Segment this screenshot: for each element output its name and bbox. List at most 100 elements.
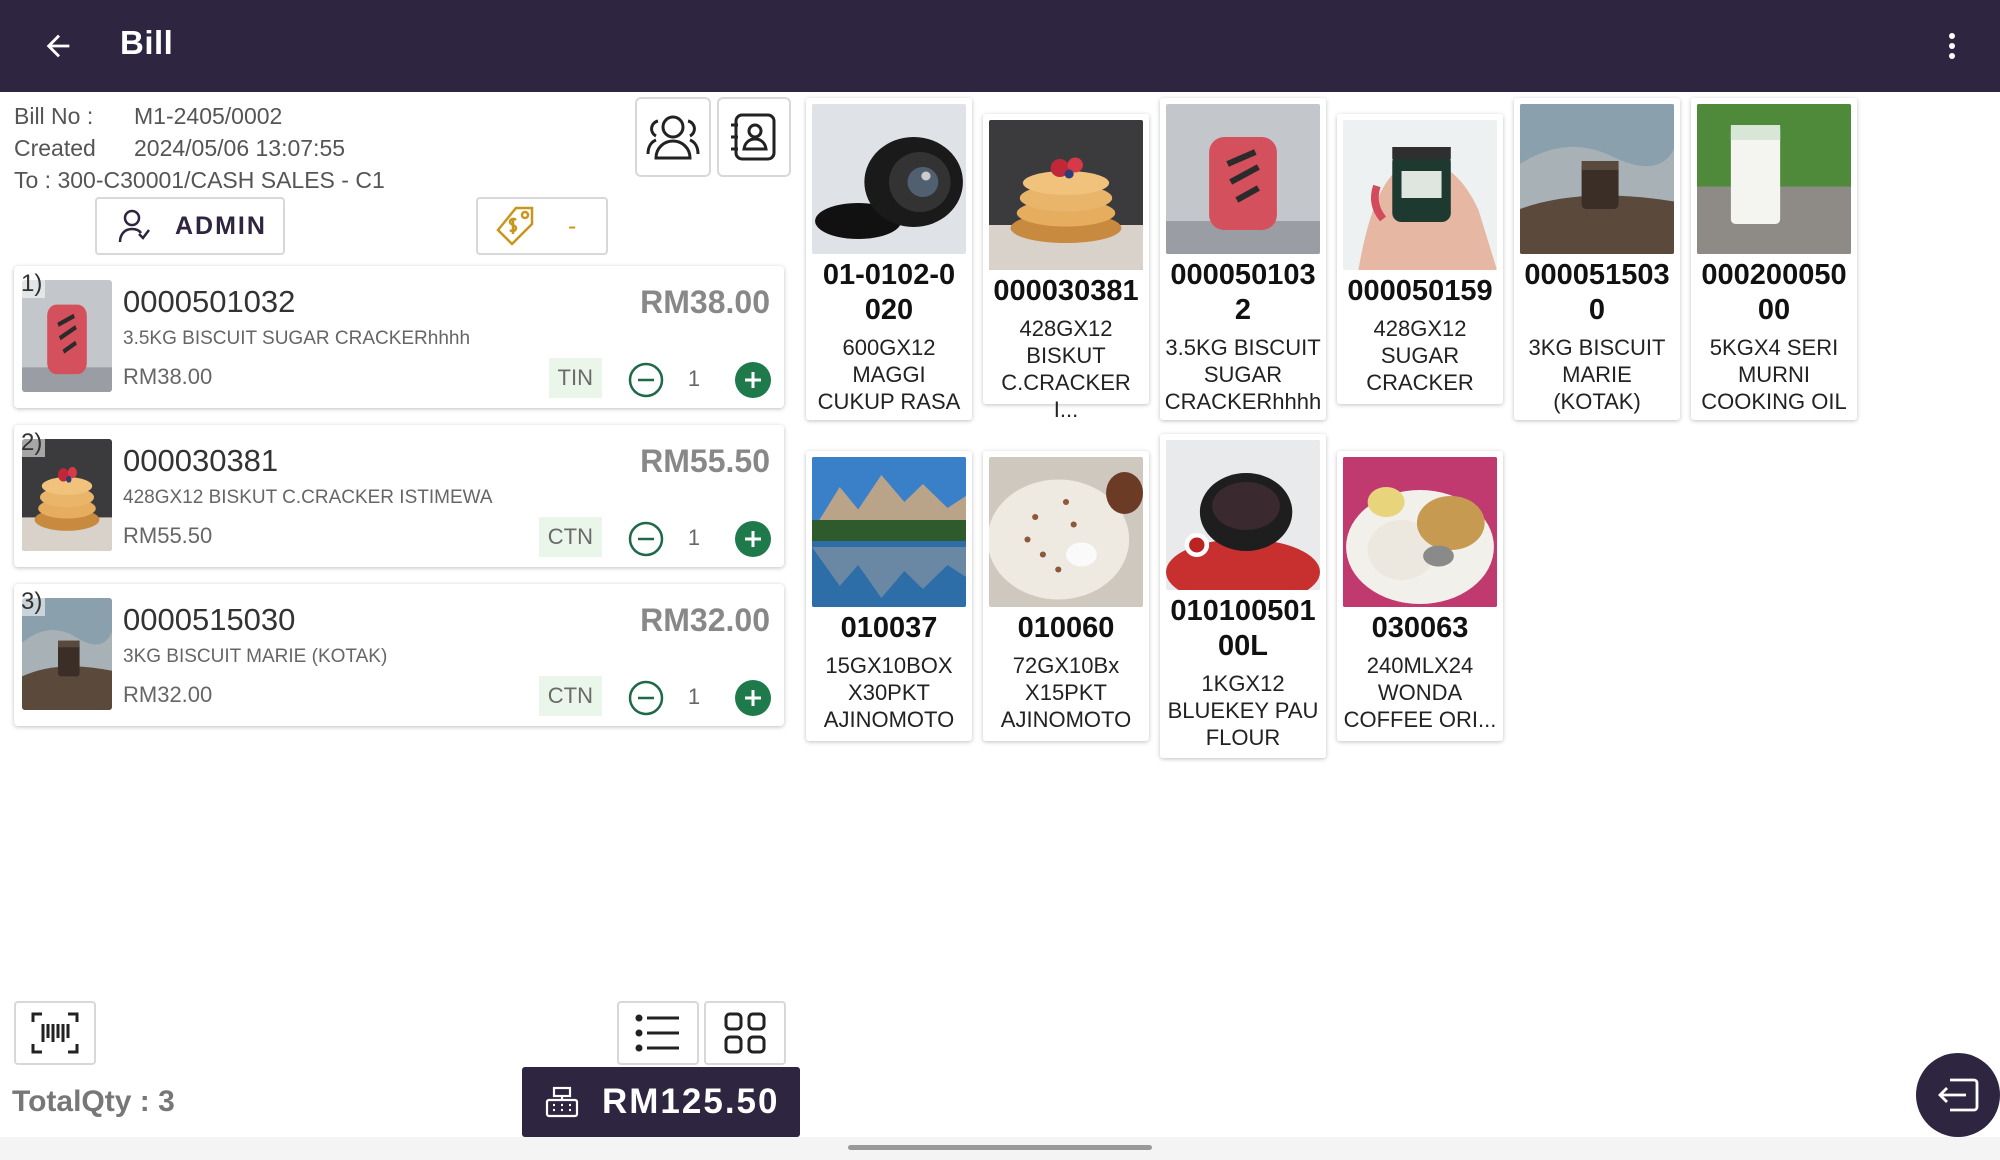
- product-code: 000030381: [983, 274, 1149, 309]
- cart-item[interactable]: 1) 0000501032 3.5KG BISCUIT SUGAR CRACKE…: [14, 266, 784, 408]
- product-code-line: 01-0102-0: [822, 259, 956, 291]
- product-name-line: CRACKER: [1366, 370, 1474, 395]
- created-label: Created: [14, 135, 96, 161]
- product-name-line: MURNI: [1737, 362, 1811, 387]
- product-name: 428GX12 SUGAR CRACKER: [1337, 315, 1503, 396]
- cart-item[interactable]: 3) 0000515030 3KG BISCUIT MARIE (KOTAK) …: [14, 584, 784, 726]
- product-image: [812, 457, 966, 607]
- product-name-line: COOKING OIL: [1701, 389, 1847, 414]
- bill-no-label: Bill No :: [14, 103, 94, 129]
- product-code-line: 010100501: [1170, 595, 1316, 627]
- product-image: [989, 120, 1143, 270]
- product-tile[interactable]: 000030381 428GX12 BISKUT C.CRACKER I...: [983, 114, 1149, 422]
- total-quantity: TotalQty : 3: [12, 1085, 175, 1118]
- more-vert-icon: [1949, 33, 1955, 59]
- discount-button[interactable]: -: [476, 197, 608, 255]
- cart-item-code: 0000501032: [123, 284, 296, 319]
- product-name-line: AJINOMOTO: [1000, 707, 1132, 732]
- product-tile[interactable]: 010100501 00L 1KGX12 BLUEKEY PAU FLOUR: [1160, 434, 1326, 758]
- back-arrow-icon: [46, 34, 70, 58]
- product-code-line: 00L: [1218, 630, 1268, 662]
- bill-info: Bill No : M1-2405/0002 Created 2024/05/06 …: [14, 100, 385, 196]
- product-tile[interactable]: 000050159 428GX12 SUGAR CRACKER: [1337, 114, 1503, 404]
- product-code: 010100501 00L: [1160, 594, 1326, 664]
- product-code: 010037: [806, 611, 972, 646]
- product-name-line: 3.5KG BISCUIT: [1165, 335, 1321, 360]
- product-image: [1343, 120, 1497, 270]
- product-tile[interactable]: 000200050 00 5KGX4 SERI MURNI COOKING OIL: [1691, 98, 1857, 420]
- app-bar: Bill: [0, 0, 2000, 92]
- product-code: 000051503 0: [1514, 258, 1680, 328]
- customer-select-button[interactable]: [635, 97, 711, 177]
- decrease-qty-button[interactable]: [628, 680, 664, 716]
- increase-qty-button[interactable]: [735, 521, 771, 557]
- created-value: 2024/05/06 13:07:55: [134, 135, 346, 161]
- product-tile[interactable]: 01-0102-0 020 600GX12 MAGGI CUKUP RASA: [806, 98, 972, 420]
- cart-item-uom[interactable]: CTN: [538, 517, 602, 557]
- exit-button[interactable]: [1916, 1053, 2000, 1137]
- product-code-line: 010037: [840, 612, 938, 644]
- product-tile[interactable]: 000051503 0 3KG BISCUIT MARIE (KOTAK): [1514, 98, 1680, 420]
- product-name-line: COFFEE ORI...: [1343, 707, 1497, 732]
- cart-item-total: RM55.50: [640, 443, 770, 479]
- barcode-scan-button[interactable]: [14, 1001, 96, 1065]
- product-name-line: 72GX10Bx: [1012, 653, 1120, 678]
- product-name-line: MAGGI: [852, 362, 926, 387]
- product-image: [1166, 440, 1320, 590]
- list-view-button[interactable]: [617, 1001, 699, 1065]
- system-nav-bar: [0, 1137, 2000, 1160]
- product-code: 000200050 00: [1691, 258, 1857, 328]
- contact-card-icon: [731, 113, 776, 161]
- barcode-scan-icon: [31, 1012, 79, 1054]
- product-name-line: 3KG BISCUIT: [1528, 335, 1666, 360]
- decrease-qty-button[interactable]: [628, 362, 664, 398]
- product-tile[interactable]: 030063 240MLX24 WONDA COFFEE ORI...: [1337, 451, 1503, 741]
- cart-item-uom[interactable]: CTN: [538, 676, 602, 716]
- cart-item-total: RM32.00: [640, 602, 770, 638]
- product-image: [1697, 104, 1851, 254]
- product-name-line: WONDA: [1377, 680, 1463, 705]
- cart-item-uom[interactable]: TIN: [548, 358, 602, 398]
- minus-circle-icon: [628, 362, 664, 398]
- increase-qty-button[interactable]: [735, 680, 771, 716]
- cart-item-description: 3.5KG BISCUIT SUGAR CRACKERhhhh: [123, 328, 471, 349]
- decrease-qty-button[interactable]: [628, 521, 664, 557]
- discount-value: -: [568, 211, 577, 240]
- product-name: 3.5KG BISCUIT SUGAR CRACKERhhhh: [1160, 334, 1326, 415]
- contact-book-button[interactable]: [717, 97, 791, 177]
- product-name-line: SUGAR: [1380, 343, 1460, 368]
- more-options-button[interactable]: [1932, 24, 1972, 68]
- cart-item-total: RM38.00: [640, 284, 770, 320]
- total-amount: RM125.50: [602, 1082, 780, 1121]
- product-name-line: AJINOMOTO: [823, 707, 955, 732]
- cart-item-qty[interactable]: 1: [684, 366, 704, 392]
- grid-view-button[interactable]: [704, 1001, 786, 1065]
- salesperson-button[interactable]: ADMIN: [95, 197, 285, 255]
- plus-circle-icon: [735, 362, 771, 398]
- back-button[interactable]: [34, 22, 82, 70]
- cart-item-qty[interactable]: 1: [684, 525, 704, 551]
- person-icon: [118, 209, 150, 243]
- minus-circle-icon: [628, 521, 664, 557]
- cart-item-description: 428GX12 BISKUT C.CRACKER ISTIMEWA: [123, 487, 493, 508]
- product-image: [812, 104, 966, 254]
- checkout-button[interactable]: RM125.50: [522, 1067, 800, 1137]
- product-code-line: 030063: [1371, 612, 1469, 644]
- customers-icon: [646, 115, 700, 160]
- cart-item-unit-price: RM55.50: [123, 523, 213, 548]
- product-name-line: BISKUT: [1026, 343, 1106, 368]
- increase-qty-button[interactable]: [735, 362, 771, 398]
- product-tile[interactable]: 010060 72GX10Bx X15PKT AJINOMOTO: [983, 451, 1149, 741]
- cart-item-index: 3): [18, 588, 46, 616]
- home-indicator[interactable]: [848, 1145, 1152, 1150]
- product-image: [989, 457, 1143, 607]
- cart-item-qty[interactable]: 1: [684, 684, 704, 710]
- cart-item-index: 2): [18, 429, 46, 457]
- product-name-line: 428GX12: [1373, 316, 1467, 341]
- product-tile[interactable]: 010037 15GX10BOX X30PKT AJINOMOTO: [806, 451, 972, 741]
- product-name-line: 1KGX12: [1201, 671, 1285, 696]
- cart-item[interactable]: 2) 000030381 428GX12 BISKUT C.CRACKER IS…: [14, 425, 784, 567]
- product-name: 428GX12 BISKUT C.CRACKER I...: [983, 315, 1149, 423]
- product-tile[interactable]: 000050103 2 3.5KG BISCUIT SUGAR CRACKERhhhh: [1160, 98, 1326, 420]
- page-title: Bill: [120, 24, 174, 61]
